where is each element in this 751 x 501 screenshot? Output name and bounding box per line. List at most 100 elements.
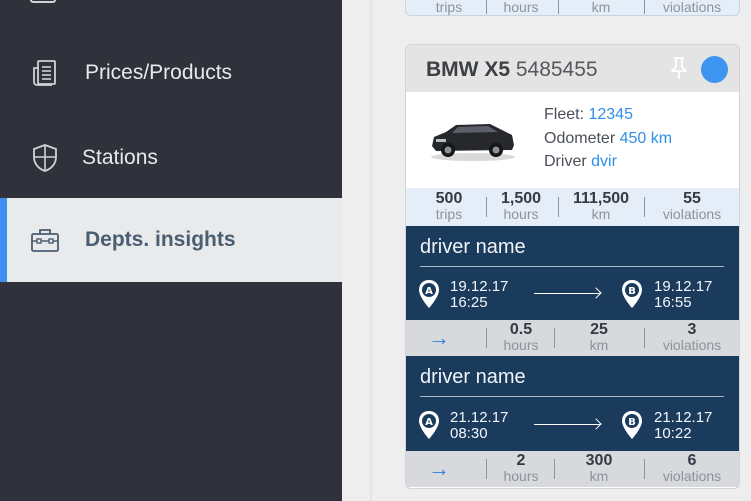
stat-unit: km: [589, 468, 609, 484]
stat-value: 1,500: [500, 190, 542, 207]
start-marker-icon: A: [419, 280, 439, 308]
vehicle-card[interactable]: BMW X5 5485455 Fleet: 12345 Odometer 450…: [405, 44, 740, 489]
odometer-info: Odometer 450 km: [544, 130, 672, 148]
divider: [644, 0, 645, 14]
trip-start-time: 16:25: [450, 294, 488, 311]
stat-value: 25: [590, 321, 608, 338]
stat-violations: 55 violations: [648, 190, 736, 222]
stat-unit: hours: [503, 337, 539, 353]
stat-unit: violations: [662, 0, 722, 15]
trip-stat-hours: 0.5 hours: [488, 321, 554, 353]
trip-item[interactable]: driver name A 19.12.17 16:25 B 19.12.17 …: [406, 226, 739, 320]
driver-value[interactable]: dvir: [591, 153, 617, 170]
stat-value: 6: [687, 452, 697, 469]
trip-driver-name: driver name: [420, 236, 526, 258]
pin-icon[interactable]: [668, 56, 690, 80]
sidebar-item-prices-products[interactable]: Prices/Products: [0, 31, 342, 115]
divider: [420, 396, 724, 397]
divider: [486, 459, 487, 479]
fleet-label: Fleet:: [544, 106, 585, 123]
shield-icon: [28, 141, 62, 175]
car-image: [431, 124, 515, 161]
stat-value: 55: [683, 190, 701, 207]
svg-text:A: A: [425, 417, 433, 428]
stat-value: 300: [585, 452, 613, 469]
stat-value: 3: [687, 321, 697, 338]
status-indicator: [701, 56, 728, 83]
arrow-right-icon[interactable]: →: [428, 327, 450, 349]
trip-stat-violations: 3 violations: [648, 321, 736, 353]
trip-start-date: 21.12.17: [450, 409, 509, 426]
stat-unit: trips: [435, 206, 463, 222]
divider: [644, 197, 645, 217]
stat-unit: hours: [503, 468, 539, 484]
odometer-label: Odometer: [544, 130, 616, 147]
stat-unit: violations: [662, 468, 722, 484]
stat-unit: km: [591, 206, 611, 222]
card-header: BMW X5 5485455: [406, 45, 739, 92]
stat-value: 111,500: [572, 190, 630, 207]
trip-stat-violations: 6 violations: [648, 452, 736, 484]
briefcase-icon: [28, 223, 62, 257]
divider: [486, 0, 487, 14]
divider: [644, 328, 645, 348]
vehicle-model: BMW X5: [426, 58, 510, 81]
divider: [558, 197, 559, 217]
odometer-value: 450 km: [619, 130, 673, 147]
divider: [554, 459, 555, 479]
sidebar-item-label: Prices/Products: [85, 61, 233, 84]
divider: [486, 197, 487, 217]
start-marker-icon: A: [419, 411, 439, 439]
trip-stat-km: 300 km: [558, 452, 640, 484]
trip-stats: → 2 hours 300 km 6 violations: [406, 451, 739, 487]
sidebar-item-label: Stations: [82, 146, 158, 169]
arrow-right-icon[interactable]: →: [428, 458, 450, 480]
active-indicator: [0, 198, 7, 282]
fleet-value[interactable]: 12345: [588, 106, 633, 123]
stat-unit: hours: [503, 0, 539, 15]
partial-nav-icon: [30, 0, 56, 3]
svg-text:A: A: [425, 286, 433, 297]
stat-unit: hours: [503, 206, 539, 222]
trip-stat-km: 25 km: [558, 321, 640, 353]
sidebar-item-depts-insights[interactable]: Depts. insights: [0, 198, 342, 282]
trip-arrow-icon: [590, 287, 602, 299]
divider: [558, 0, 559, 14]
fleet-info: Fleet: 12345: [544, 106, 633, 124]
stat-value: 2: [516, 452, 526, 469]
divider: [420, 266, 724, 267]
document-list-icon: [28, 56, 62, 90]
svg-text:B: B: [628, 286, 636, 297]
sidebar: Prices/Products Stations Depts. insights: [0, 0, 342, 501]
trip-end-date: 21.12.17: [654, 409, 713, 426]
driver-label: Driver: [544, 153, 587, 170]
driver-info: Driver dvir: [544, 153, 617, 171]
vehicle-plate: 5485455: [515, 58, 598, 81]
trip-start-time: 08:30: [450, 425, 488, 442]
trip-stats: → 0.5 hours 25 km 3 violations: [406, 320, 739, 356]
end-marker-icon: B: [622, 411, 642, 439]
vehicle-title: BMW X5 5485455: [426, 58, 598, 82]
end-marker-icon: B: [622, 280, 642, 308]
sidebar-item-stations[interactable]: Stations: [0, 116, 342, 200]
trip-item[interactable]: driver name A 21.12.17 08:30 B 21.12.17 …: [406, 356, 739, 451]
divider: [644, 459, 645, 479]
stat-value: 0.5: [509, 321, 533, 338]
trip-end-time: 10:22: [654, 425, 692, 442]
stat-unit: violations: [662, 206, 722, 222]
trip-stat-hours: 2 hours: [488, 452, 554, 484]
stat-unit: km: [591, 0, 611, 15]
trip-end-time: 16:55: [654, 294, 692, 311]
stat-hours: 1,500 hours: [488, 190, 554, 222]
sidebar-item-label: Depts. insights: [85, 228, 236, 251]
stat-unit: violations: [662, 337, 722, 353]
divider: [486, 328, 487, 348]
trip-arrow-icon: [590, 418, 602, 430]
trip-driver-name: driver name: [420, 366, 526, 388]
stat-trips: 500 trips: [418, 190, 480, 222]
svg-text:B: B: [628, 417, 636, 428]
divider: [554, 328, 555, 348]
panel-divider: [370, 0, 372, 501]
stat-unit: trips: [435, 0, 463, 15]
stat-value: 500: [435, 190, 463, 207]
